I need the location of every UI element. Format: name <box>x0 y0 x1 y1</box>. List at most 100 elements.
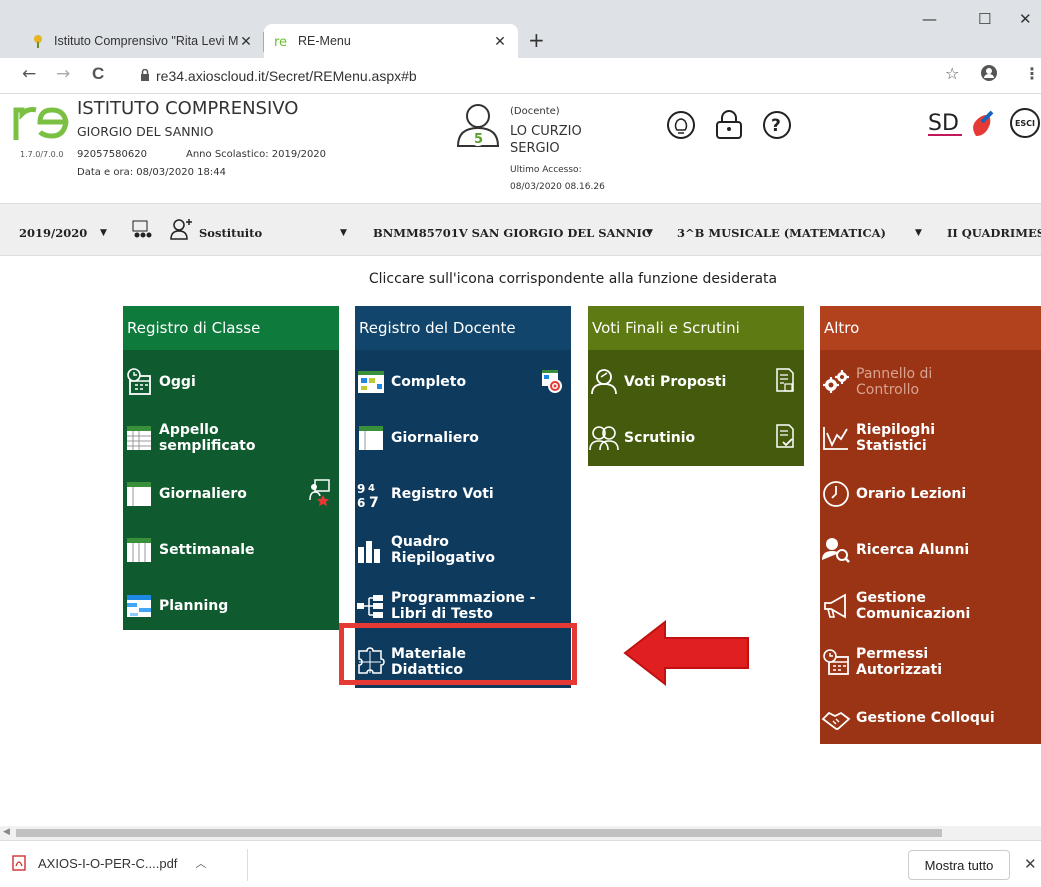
menu-item-pannello-controllo[interactable]: Pannello di Controllo <box>820 354 1041 410</box>
menu-item-completo[interactable]: Completo <box>355 354 571 410</box>
substitute-toggle[interactable]: Sostituito <box>199 226 262 240</box>
voti-finali-header: Voti Finali e Scrutini <box>588 306 804 350</box>
re-favicon-icon: re <box>274 33 290 50</box>
menu-item-quadro[interactable]: Quadro Riepilogativo <box>355 522 571 578</box>
menu-item-label: Gestione Comunicazioni <box>856 590 971 622</box>
teacher-board-icon[interactable] <box>309 478 331 506</box>
menu-item-ricerca-alunni[interactable]: Ricerca Alunni <box>820 522 1041 578</box>
menu-item-orario[interactable]: Orario Lezioni <box>820 466 1041 522</box>
menu-item-giornaliero-classe[interactable]: Giornaliero <box>123 466 339 522</box>
menu-item-label: Oggi <box>159 374 196 390</box>
menu-item-label: Appello semplificato <box>159 422 256 454</box>
re-logo-icon[interactable] <box>12 100 72 142</box>
registro-docente-header: Registro del Docente <box>355 306 571 350</box>
browser-tab-istituto[interactable]: Istituto Comprensivo "Rita Levi M ✕ <box>20 24 264 58</box>
period-select[interactable]: II QUADRIMES <box>947 226 1041 240</box>
help-icon[interactable]: ? <box>762 110 792 140</box>
url-field[interactable]: re34.axioscloud.it/Secret/REMenu.aspx#b <box>140 62 417 90</box>
scroll-left-arrow-icon[interactable]: ◀ <box>3 827 10 837</box>
class-select[interactable]: 3^B MUSICALE (MATEMATICA) <box>677 226 886 240</box>
altro-header: Altro <box>820 306 1041 350</box>
grades-numbers-icon: 9467 <box>355 479 387 509</box>
svg-text:SD: SD <box>928 111 959 136</box>
registro-classe-panel: Registro di Classe Oggi Appello semplifi… <box>123 306 339 630</box>
tab-title: Istituto Comprensivo "Rita Levi M <box>54 34 238 48</box>
line-chart-icon <box>820 423 852 453</box>
menu-item-label: Pannello di Controllo <box>856 366 933 398</box>
document-grades-icon[interactable] <box>774 366 796 394</box>
menu-item-scrutinio[interactable]: Scrutinio <box>588 410 804 466</box>
browser-tab-bar: Istituto Comprensivo "Rita Levi M ✕ re R… <box>0 0 1041 58</box>
gears-icon <box>820 367 852 397</box>
menu-item-giornaliero-docente[interactable]: Giornaliero <box>355 410 571 466</box>
school-code: 92057580620 <box>77 149 147 160</box>
new-tab-button[interactable]: + <box>528 28 545 52</box>
users-group-icon <box>588 423 620 453</box>
browser-tab-remenu[interactable]: re RE-Menu ✕ <box>264 24 518 58</box>
menu-item-oggi[interactable]: Oggi <box>123 354 339 410</box>
profile-icon[interactable] <box>980 64 998 86</box>
voti-finali-panel: Voti Finali e Scrutini Voti Proposti Scr… <box>588 306 804 466</box>
esci-label: ESCI <box>1014 118 1036 128</box>
bookmark-star-icon[interactable]: ☆ <box>945 64 959 83</box>
menu-item-voti-proposti[interactable]: Voti Proposti <box>588 354 804 410</box>
download-file-name: AXIOS-I-O-PER-C....pdf <box>38 855 178 871</box>
school-dropdown-arrow-icon[interactable]: ▼ <box>646 228 653 238</box>
menu-item-gestione-colloqui[interactable]: Gestione Colloqui <box>820 690 1041 746</box>
last-access-label: Ultimo Accesso: <box>510 165 582 175</box>
chevron-up-icon[interactable]: ︿ <box>195 855 206 871</box>
user-avatar-icon[interactable]: 5 <box>455 102 501 148</box>
lightbulb-icon[interactable] <box>666 110 696 140</box>
browser-menu-icon[interactable]: ⋮ <box>1024 64 1040 83</box>
tab-close-icon[interactable]: ✕ <box>238 33 254 50</box>
sheet-icon <box>355 423 387 453</box>
menu-item-settimanale[interactable]: Settimanale <box>123 522 339 578</box>
menu-item-registro-voti[interactable]: 9467 Registro Voti <box>355 466 571 522</box>
back-button[interactable]: ← <box>22 64 36 84</box>
year-select[interactable]: 2019/2020 <box>19 226 87 240</box>
horizontal-scrollbar[interactable]: ◀ <box>0 826 1041 840</box>
app-header: 1.7.0/7.0.0 ISTITUTO COMPRENSIVO GIORGIO… <box>0 94 1041 204</box>
minimize-button[interactable]: — <box>922 10 937 28</box>
maximize-button[interactable]: ☐ <box>978 10 991 28</box>
registro-classe-header: Registro di Classe <box>123 306 339 350</box>
show-all-button[interactable]: Mostra tutto <box>908 850 1010 880</box>
download-shelf-close-icon[interactable]: ✕ <box>1024 855 1037 873</box>
menu-item-permessi[interactable]: Permessi Autorizzati <box>820 634 1041 690</box>
school-select[interactable]: BNMM85701V SAN GIORGIO DEL SANNIC <box>373 226 651 240</box>
menu-item-riepiloghi[interactable]: Riepiloghi Statistici <box>820 410 1041 466</box>
esci-button[interactable]: ESCI <box>1010 108 1040 138</box>
user-badge: 5 <box>474 132 483 147</box>
megaphone-icon <box>820 591 852 621</box>
substitute-user-icon[interactable] <box>170 218 194 240</box>
scrollbar-thumb[interactable] <box>16 829 942 837</box>
menu-item-label: Orario Lezioni <box>856 486 967 502</box>
menu-item-label: Programmazione - Libri di Testo <box>391 590 536 622</box>
document-check-icon[interactable] <box>774 422 796 450</box>
user-surname: LO CURZIO <box>510 124 582 139</box>
bar-chart-icon <box>355 535 387 565</box>
class-dropdown-arrow-icon[interactable]: ▼ <box>915 228 922 238</box>
grid-colored-icon <box>355 367 387 397</box>
target-grid-icon[interactable] <box>541 366 563 394</box>
window-close-button[interactable]: ✕ <box>1019 10 1032 28</box>
padlock-icon[interactable] <box>714 110 744 140</box>
tab-title: RE-Menu <box>298 34 351 48</box>
url-text: re34.axioscloud.it/Secret/REMenu.aspx#b <box>156 68 417 84</box>
reload-button[interactable]: C <box>92 64 104 84</box>
download-separator <box>247 849 248 881</box>
forward-button[interactable]: → <box>56 64 70 84</box>
download-item[interactable]: AXIOS-I-O-PER-C....pdf ︿ <box>12 855 206 871</box>
last-access-value: 08/03/2020 08.16.26 <box>510 182 605 192</box>
menu-item-label: Planning <box>159 598 229 614</box>
class-group-icon[interactable] <box>131 219 155 241</box>
menu-item-planning[interactable]: Planning <box>123 578 339 634</box>
lock-icon <box>140 68 150 84</box>
menu-item-gestione-comunicazioni[interactable]: Gestione Comunicazioni <box>820 578 1041 634</box>
menu-item-appello[interactable]: Appello semplificato <box>123 410 339 466</box>
selection-bar: 2019/2020 ▼ Sostituito ▼ BNMM85701V SAN … <box>0 204 1041 256</box>
year-dropdown-arrow-icon[interactable]: ▼ <box>100 228 107 238</box>
substitute-dropdown-arrow-icon[interactable]: ▼ <box>340 228 347 238</box>
school-year: Anno Scolastico: 2019/2020 <box>186 149 327 160</box>
tab-close-icon[interactable]: ✕ <box>492 33 508 50</box>
